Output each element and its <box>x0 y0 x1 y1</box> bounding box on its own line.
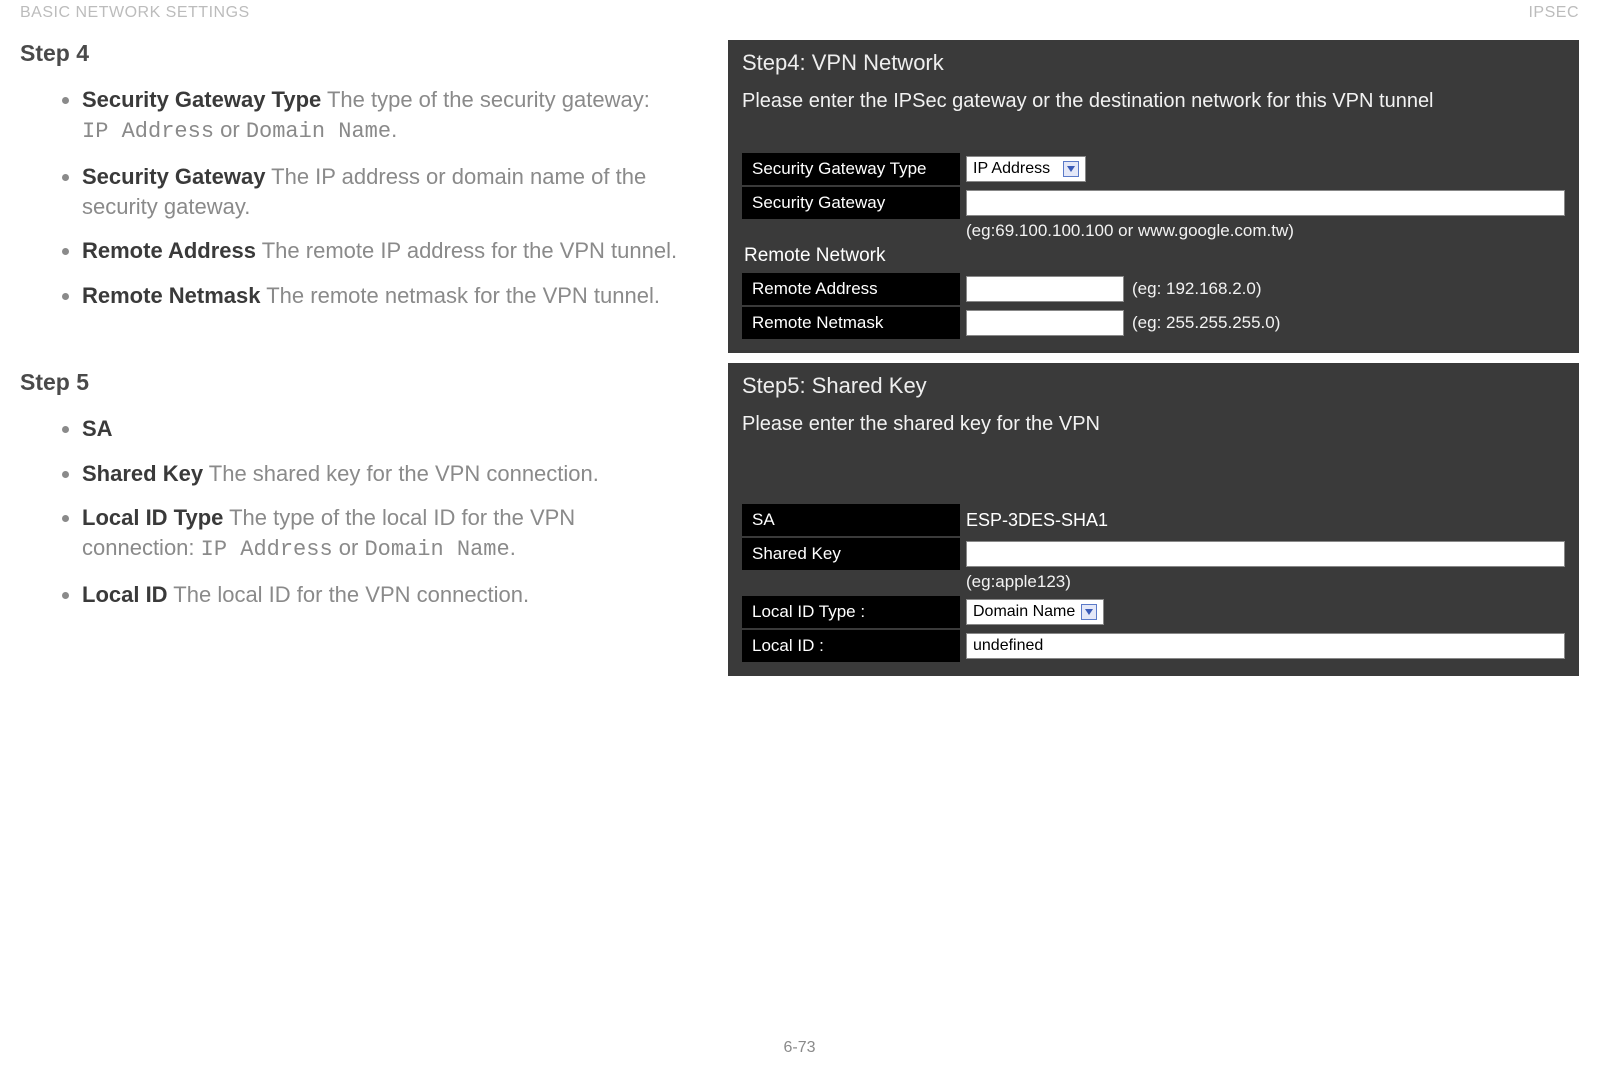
row-shared-key: Shared Key <box>742 538 1565 570</box>
def-security-gateway-type: Security Gateway Type The type of the se… <box>82 85 680 148</box>
hint-shared-key: (eg:apple123) <box>966 572 1071 592</box>
desc-text: . <box>391 117 397 142</box>
value-sa: ESP-3DES-SHA1 <box>966 510 1108 531</box>
label-shared-key: Shared Key <box>742 538 960 570</box>
row-local-id-type: Local ID Type : Domain Name <box>742 596 1565 628</box>
desc-text: The type of the security gateway: <box>321 87 650 112</box>
row-sa: SA ESP-3DES-SHA1 <box>742 504 1565 536</box>
panel-step4-vpn-network: Step4: VPN Network Please enter the IPSe… <box>728 40 1579 353</box>
select-security-gateway-type[interactable]: IP Address <box>966 156 1086 182</box>
term: SA <box>82 416 113 441</box>
hint-security-gateway: (eg:69.100.100.100 or www.google.com.tw) <box>966 221 1294 241</box>
desc-text: The shared key for the VPN connection. <box>203 461 599 486</box>
def-security-gateway: Security Gateway The IP address or domai… <box>82 162 680 223</box>
hint-remote-address: (eg: 192.168.2.0) <box>1132 279 1261 299</box>
term: Remote Address <box>82 238 256 263</box>
desc-text: The local ID for the VPN connection. <box>168 582 530 607</box>
desc-text: or <box>214 117 246 142</box>
header-left: BASIC NETWORK SETTINGS <box>20 4 250 22</box>
input-shared-key[interactable] <box>966 541 1565 567</box>
label-sa: SA <box>742 504 960 536</box>
code-domain-name: Domain Name <box>364 537 509 562</box>
label-security-gateway: Security Gateway <box>742 187 960 219</box>
input-local-id-value: undefined <box>973 637 1043 655</box>
term: Local ID <box>82 582 168 607</box>
chevron-down-icon <box>1081 604 1097 620</box>
panel-desc: Please enter the IPSec gateway or the de… <box>742 88 1565 115</box>
desc-text: or <box>333 535 365 560</box>
def-remote-address: Remote Address The remote IP address for… <box>82 236 680 266</box>
term: Security Gateway <box>82 164 265 189</box>
code-domain-name: Domain Name <box>246 119 391 144</box>
code-ip-address: IP Address <box>201 537 333 562</box>
label-remote-netmask: Remote Netmask <box>742 307 960 339</box>
select-value: Domain Name <box>973 603 1075 621</box>
input-remote-netmask[interactable] <box>966 310 1124 336</box>
row-security-gateway: Security Gateway <box>742 187 1565 219</box>
row-remote-address: Remote Address (eg: 192.168.2.0) <box>742 273 1565 305</box>
term: Security Gateway Type <box>82 87 321 112</box>
hint-remote-netmask: (eg: 255.255.255.0) <box>1132 313 1280 333</box>
label-remote-address: Remote Address <box>742 273 960 305</box>
label-local-id-type: Local ID Type : <box>742 596 960 628</box>
select-local-id-type[interactable]: Domain Name <box>966 599 1104 625</box>
chevron-down-icon <box>1063 161 1079 177</box>
panel-title: Step5: Shared Key <box>742 373 1565 399</box>
def-local-id-type: Local ID Type The type of the local ID f… <box>82 503 680 566</box>
desc-text: . <box>510 535 516 560</box>
row-local-id: Local ID : undefined <box>742 630 1565 662</box>
desc-text: The remote netmask for the VPN tunnel. <box>261 283 660 308</box>
desc-text: The remote IP address for the VPN tunnel… <box>256 238 677 263</box>
row-security-gateway-type: Security Gateway Type IP Address <box>742 153 1565 185</box>
label-remote-network: Remote Network <box>744 245 1565 267</box>
input-local-id[interactable]: undefined <box>966 633 1565 659</box>
step5-definition-list: SA Shared Key The shared key for the VPN… <box>20 414 680 610</box>
def-local-id: Local ID The local ID for the VPN connec… <box>82 580 680 610</box>
code-ip-address: IP Address <box>82 119 214 144</box>
panel-title: Step4: VPN Network <box>742 50 1565 76</box>
step4-heading: Step 4 <box>20 40 680 67</box>
panel-desc: Please enter the shared key for the VPN <box>742 411 1565 438</box>
def-remote-netmask: Remote Netmask The remote netmask for th… <box>82 281 680 311</box>
input-security-gateway[interactable] <box>966 190 1565 216</box>
panel-step5-shared-key: Step5: Shared Key Please enter the share… <box>728 363 1579 676</box>
row-remote-netmask: Remote Netmask (eg: 255.255.255.0) <box>742 307 1565 339</box>
select-value: IP Address <box>973 160 1050 178</box>
term: Shared Key <box>82 461 203 486</box>
def-shared-key: Shared Key The shared key for the VPN co… <box>82 459 680 489</box>
def-sa: SA <box>82 414 680 444</box>
page-number: 6-73 <box>0 1039 1599 1057</box>
label-local-id: Local ID : <box>742 630 960 662</box>
term: Local ID Type <box>82 505 223 530</box>
term: Remote Netmask <box>82 283 261 308</box>
input-remote-address[interactable] <box>966 276 1124 302</box>
label-security-gateway-type: Security Gateway Type <box>742 153 960 185</box>
step5-heading: Step 5 <box>20 369 680 396</box>
header-right: IPSEC <box>1528 4 1579 22</box>
step4-definition-list: Security Gateway Type The type of the se… <box>20 85 680 311</box>
